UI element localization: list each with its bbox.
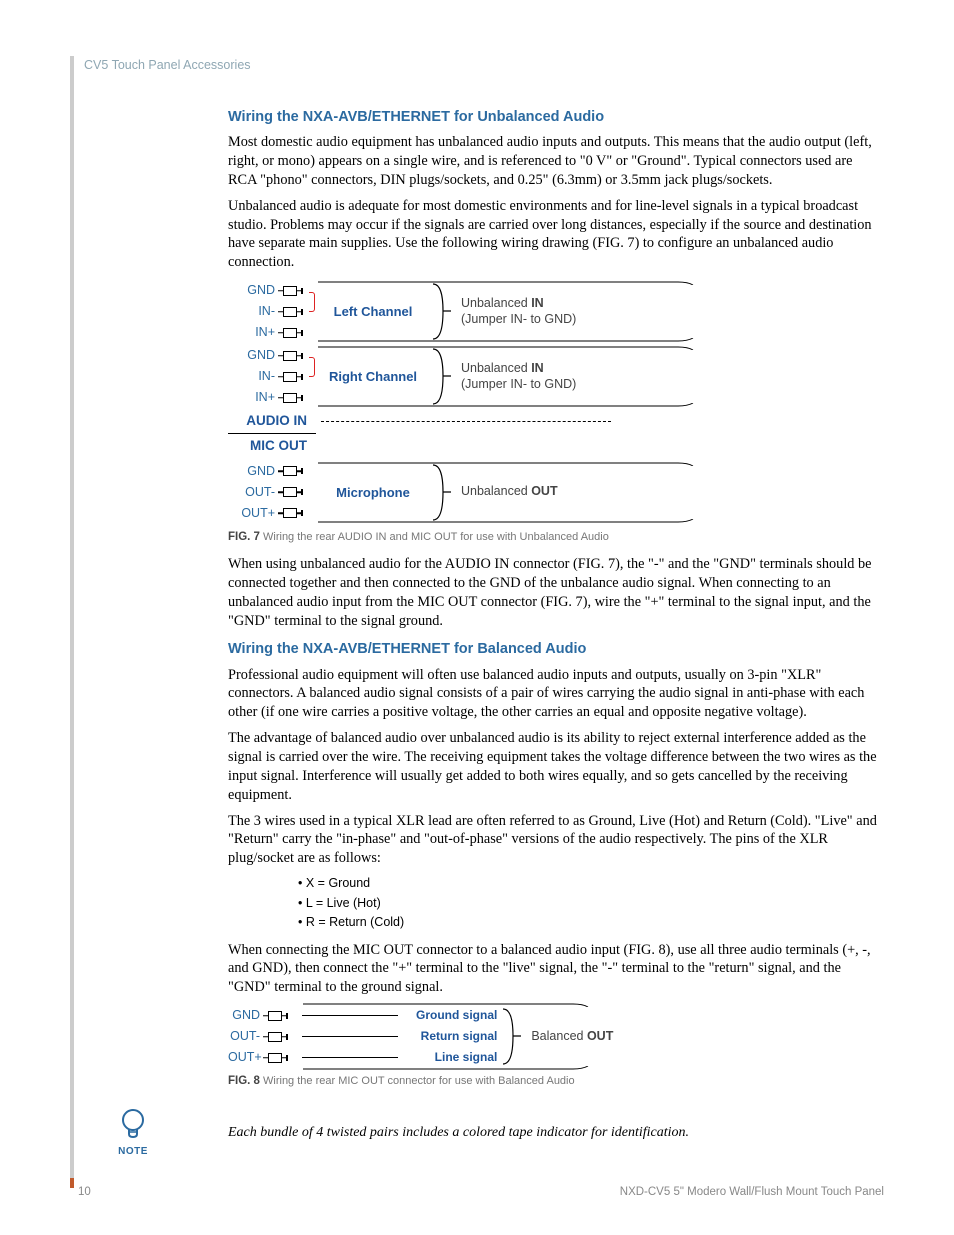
pin-label: GND [228, 282, 283, 299]
terminal-icon [283, 393, 313, 403]
terminal-icon [283, 508, 313, 518]
audio-in-label: AUDIO IN [228, 412, 315, 430]
bracket-icon [433, 345, 453, 408]
figure-8-diagram: GND Ground signal OUT- Return signal OUT+ L… [228, 1005, 628, 1068]
bracket-icon [433, 280, 453, 343]
breadcrumb: CV5 Touch Panel Accessories [84, 58, 884, 72]
note-label: NOTE [118, 1145, 148, 1158]
document-title: NXD-CV5 5" Modero Wall/Flush Mount Touch… [620, 1186, 884, 1198]
figure-7-caption: FIG. 7 Wiring the rear AUDIO IN and MIC … [228, 530, 878, 545]
terminal-icon [283, 328, 313, 338]
pin-label: OUT- [228, 1028, 268, 1045]
terminal-icon [268, 1053, 298, 1063]
section-heading-unbalanced: Wiring the NXA-AVB/ETHERNET for Unbalanc… [228, 108, 878, 127]
channel-label: Right Channel [313, 368, 433, 385]
description: Balanced OUT [523, 1029, 613, 1045]
mic-out-label: MIC OUT [228, 437, 315, 455]
pin-label: OUT+ [228, 1049, 268, 1066]
bracket-icon [503, 1005, 523, 1068]
pin-label: IN+ [228, 389, 283, 406]
terminal-icon [268, 1011, 298, 1021]
description: Unbalanced OUT [453, 484, 558, 500]
note-text: Each bundle of 4 twisted pairs includes … [228, 1124, 689, 1142]
xlr-pin-list: X = Ground L = Live (Hot) R = Return (Co… [298, 875, 878, 931]
channel-label: Left Channel [313, 303, 433, 320]
paragraph: When connecting the MIC OUT connector to… [228, 941, 878, 998]
terminal-icon [283, 487, 313, 497]
bracket-icon [433, 461, 453, 524]
list-item: X = Ground [298, 875, 878, 892]
paragraph: When using unbalanced audio for the AUDI… [228, 555, 878, 630]
terminal-icon [283, 372, 313, 382]
pin-label: GND [228, 347, 283, 364]
pin-label: GND [228, 1007, 268, 1024]
description: Unbalanced IN(Jumper IN- to GND) [453, 296, 576, 327]
page-footer: 10 NXD-CV5 5" Modero Wall/Flush Mount To… [78, 1186, 884, 1198]
pin-label: OUT- [228, 484, 283, 501]
lightbulb-icon [118, 1107, 148, 1143]
pin-label: IN- [228, 368, 283, 385]
figure-7-diagram: GND IN- IN+ Left Channel Unbalanced IN(J… [228, 280, 878, 524]
signal-label: Ground signal [402, 1008, 504, 1024]
signal-label: Line signal [402, 1050, 504, 1066]
paragraph: The advantage of balanced audio over unb… [228, 729, 878, 804]
terminal-icon [268, 1032, 298, 1042]
figure-8-caption: FIG. 8 Wiring the rear MIC OUT connector… [228, 1074, 878, 1089]
paragraph: The 3 wires used in a typical XLR lead a… [228, 812, 878, 869]
pin-label: OUT+ [228, 505, 283, 522]
divider [228, 433, 316, 434]
paragraph: Most domestic audio equipment has unbala… [228, 133, 878, 190]
page-number: 10 [78, 1186, 91, 1198]
channel-label: Microphone [313, 484, 433, 501]
paragraph: Unbalanced audio is adequate for most do… [228, 197, 878, 272]
section-heading-balanced: Wiring the NXA-AVB/ETHERNET for Balanced… [228, 640, 878, 659]
dashed-divider [321, 421, 611, 422]
terminal-icon [283, 466, 313, 476]
pin-label: IN+ [228, 324, 283, 341]
list-item: L = Live (Hot) [298, 895, 878, 912]
description: Unbalanced IN(Jumper IN- to GND) [453, 361, 576, 392]
page-content: CV5 Touch Panel Accessories Wiring the N… [0, 0, 954, 1159]
terminal-icon [283, 307, 313, 317]
page-accent-bar [70, 56, 74, 1188]
pin-label: GND [228, 463, 283, 480]
paragraph: Professional audio equipment will often … [228, 666, 878, 723]
signal-label: Return signal [402, 1029, 504, 1045]
list-item: R = Return (Cold) [298, 914, 878, 931]
note-block: NOTE Each bundle of 4 twisted pairs incl… [108, 1107, 878, 1158]
pin-label: IN- [228, 303, 283, 320]
